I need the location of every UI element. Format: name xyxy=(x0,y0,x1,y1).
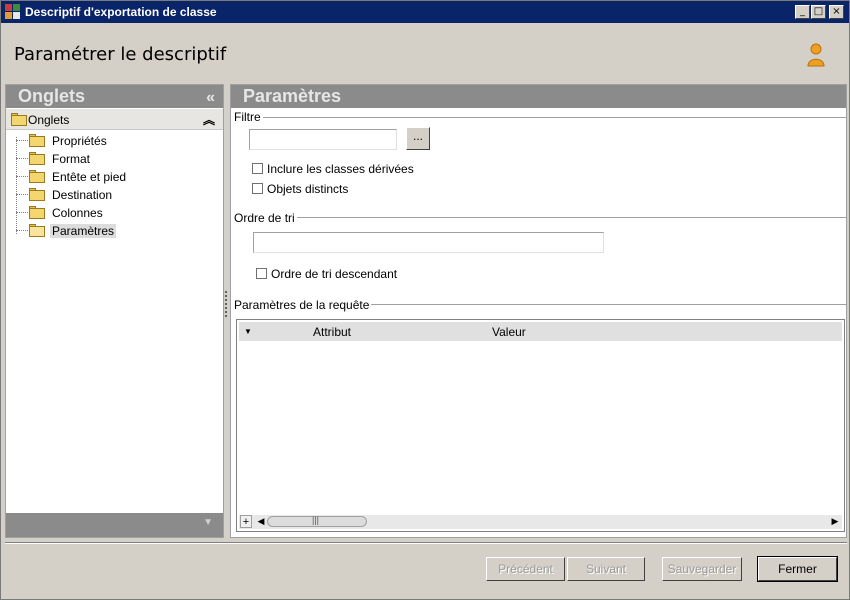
query-parameters-grid[interactable]: ▼ Attribut Valeur + ◀ ▶ xyxy=(236,319,845,532)
tree-item-label: Colonnes xyxy=(52,206,103,220)
close-dialog-button[interactable]: Fermer xyxy=(757,556,838,582)
sort-group-label: Ordre de tri xyxy=(234,211,297,225)
maximize-button[interactable]: □ xyxy=(811,5,826,19)
distinct-objects-label: Objets distincts xyxy=(267,182,349,196)
sort-arrow-icon[interactable]: ▼ xyxy=(244,327,252,336)
tabs-panel: Onglets « Onglets ︽ Propriétés Format En… xyxy=(5,84,224,538)
column-header-attribut[interactable]: Attribut xyxy=(313,325,351,339)
grid-horizontal-scrollbar[interactable]: + ◀ ▶ xyxy=(239,515,842,529)
tree-root[interactable]: Onglets ︽ xyxy=(6,109,223,130)
tree-item-label: Format xyxy=(52,152,91,166)
folder-icon xyxy=(29,152,45,165)
scroll-left-arrow-icon[interactable]: ◀ xyxy=(255,515,267,528)
sort-group-line xyxy=(293,217,846,218)
filter-input[interactable] xyxy=(249,129,397,150)
window-title: Descriptif d'exportation de classe xyxy=(25,5,217,19)
tree-item-format[interactable]: Format xyxy=(16,150,216,168)
folder-icon xyxy=(11,113,27,126)
add-row-button[interactable]: + xyxy=(240,515,252,528)
collapse-chevron-icon[interactable]: ︽ xyxy=(203,111,215,128)
tabs-panel-header: Onglets « xyxy=(6,85,223,108)
folder-icon xyxy=(29,188,45,201)
folder-icon xyxy=(29,170,45,183)
tabs-panel-title: Onglets xyxy=(18,86,86,106)
page-title: Paramétrer le descriptif xyxy=(14,44,227,65)
distinct-objects-checkbox[interactable] xyxy=(252,183,263,194)
sort-descending-checkbox[interactable] xyxy=(256,268,267,279)
column-header-valeur[interactable]: Valeur xyxy=(492,325,526,339)
folder-icon xyxy=(29,206,45,219)
include-derived-label: Inclure les classes dérivées xyxy=(267,162,414,176)
tree-item-destination[interactable]: Destination xyxy=(16,186,216,204)
panel-splitter[interactable] xyxy=(225,291,228,317)
collapse-panel-button[interactable]: « xyxy=(206,86,215,109)
scroll-right-arrow-icon[interactable]: ▶ xyxy=(829,515,841,528)
tree-item-label: Entête et pied xyxy=(52,170,127,184)
open-folder-icon xyxy=(29,224,45,237)
tree-item-proprietes[interactable]: Propriétés xyxy=(16,132,216,150)
filter-group-line xyxy=(261,117,846,118)
query-group-line xyxy=(365,304,846,305)
filter-browse-button[interactable]: ... xyxy=(406,127,430,150)
query-group-label: Paramètres de la requête xyxy=(234,298,372,312)
next-button[interactable]: Suivant xyxy=(567,557,645,581)
save-button[interactable]: Sauvegarder xyxy=(662,557,742,581)
folder-icon xyxy=(29,134,45,147)
scrollbar-thumb[interactable] xyxy=(267,515,367,527)
title-bar[interactable]: Descriptif d'exportation de classe _ □ × xyxy=(1,1,849,23)
minimize-button[interactable]: _ xyxy=(795,5,810,19)
user-icon xyxy=(807,43,825,67)
tree-item-label: Destination xyxy=(52,188,113,202)
tree-item-parametres[interactable]: Paramètres xyxy=(16,222,216,240)
close-button[interactable]: × xyxy=(829,5,844,19)
parameters-panel-title: Paramètres xyxy=(243,86,342,106)
chevron-down-icon[interactable]: ▼ xyxy=(203,517,213,528)
tabs-panel-footer: ▼ xyxy=(6,513,223,537)
grid-header: ▼ Attribut Valeur xyxy=(239,322,842,341)
sort-order-input[interactable] xyxy=(253,232,604,253)
tree-root-label: Onglets xyxy=(28,113,70,127)
include-derived-checkbox[interactable] xyxy=(252,163,263,174)
footer-separator xyxy=(5,542,847,544)
export-descriptor-window: Descriptif d'exportation de classe _ □ ×… xyxy=(0,0,850,600)
parameters-panel-header: Paramètres xyxy=(231,85,846,108)
previous-button[interactable]: Précédent xyxy=(486,557,565,581)
tree-item-colonnes[interactable]: Colonnes xyxy=(16,204,216,222)
tree-item-entete-pied[interactable]: Entête et pied xyxy=(16,168,216,186)
app-icon xyxy=(5,4,21,20)
sort-descending-label: Ordre de tri descendant xyxy=(271,267,398,281)
tree-item-label: Propriétés xyxy=(52,134,107,148)
tree-item-label: Paramètres xyxy=(50,224,117,238)
filter-group-label: Filtre xyxy=(234,110,263,124)
parameters-panel: Paramètres Filtre ... Inclure les classe… xyxy=(230,84,847,538)
